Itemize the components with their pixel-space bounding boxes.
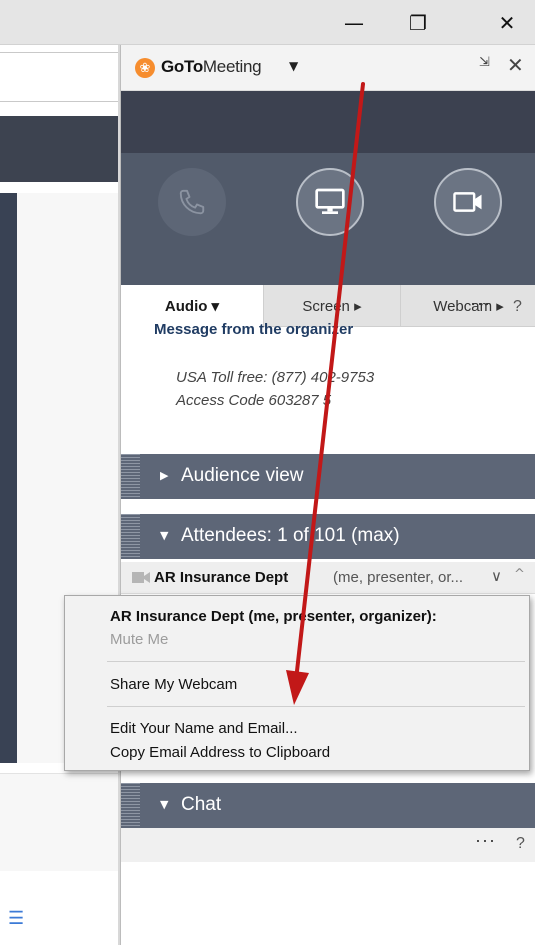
background-toolbar: [0, 116, 120, 182]
more-options-icon[interactable]: ···: [475, 830, 496, 851]
help-icon[interactable]: ?: [513, 298, 522, 316]
close-window-button[interactable]: ✕: [484, 0, 530, 45]
scroll-up-icon[interactable]: ^: [514, 567, 525, 582]
control-panel-top: [121, 91, 535, 153]
monitor-icon: [315, 188, 345, 214]
video-camera-icon: [453, 192, 482, 212]
menu-icon[interactable]: ☰: [8, 908, 24, 929]
restore-button[interactable]: ❐: [395, 0, 441, 45]
background-address-bar[interactable]: [0, 52, 120, 102]
attendee-context-menu: AR Insurance Dept (me, presenter, organi…: [64, 595, 530, 771]
mute-me-menu-item: Mute Me: [110, 631, 169, 648]
attendee-row[interactable]: AR Insurance Dept (me, presenter, or... …: [121, 562, 535, 594]
chevron-down-icon: ▼: [160, 798, 169, 811]
attendee-menu-chevron-icon[interactable]: ∨: [491, 567, 502, 585]
more-options-icon[interactable]: ···: [470, 293, 491, 314]
gotomeeting-panel: ❀ GoToMeeting ▼ ⇲ ✕ Audio ▾ Screen ▸ Web…: [120, 45, 535, 945]
background-content-lower: [0, 773, 120, 871]
gotomeeting-logo-icon: ❀: [135, 58, 155, 78]
brand-title[interactable]: GoToMeeting: [161, 57, 262, 77]
chevron-down-icon[interactable]: ▼: [289, 59, 298, 73]
screen-share-button[interactable]: [296, 168, 364, 236]
edit-name-email-menu-item[interactable]: Edit Your Name and Email...: [110, 720, 298, 737]
organizer-message-title: Message from the organizer: [154, 321, 354, 338]
background-sidebar-strip: [0, 193, 17, 763]
minimize-button[interactable]: —: [331, 0, 377, 45]
drag-handle[interactable]: [121, 514, 140, 559]
toll-free-number: USA Toll free: (877) 402-9753: [176, 369, 375, 386]
attendee-name: AR Insurance Dept: [154, 569, 289, 586]
webcam-button[interactable]: [434, 168, 502, 236]
attendee-roles: (me, presenter, or...: [333, 569, 464, 586]
menu-separator: [107, 706, 525, 707]
collapse-icon[interactable]: ⇲: [479, 55, 490, 70]
share-webcam-menu-item[interactable]: Share My Webcam: [110, 676, 237, 693]
attendees-section[interactable]: ▼ Attendees: 1 of 101 (max): [121, 514, 535, 559]
webcam-off-icon: [132, 572, 150, 583]
copy-email-menu-item[interactable]: Copy Email Address to Clipboard: [110, 744, 330, 761]
context-menu-header: AR Insurance Dept (me, presenter, organi…: [110, 608, 437, 625]
chat-section[interactable]: ▼ Chat: [121, 783, 535, 828]
window-titlebar: — ❐ ✕: [0, 0, 535, 45]
chat-toolbar: [121, 828, 535, 862]
chevron-down-icon: ▼: [160, 529, 169, 542]
close-icon[interactable]: ✕: [507, 53, 524, 77]
panel-header: ❀ GoToMeeting ▼ ⇲ ✕: [121, 45, 535, 91]
access-code: Access Code 603287 5: [176, 392, 332, 409]
drag-handle[interactable]: [121, 454, 140, 499]
audio-button[interactable]: [158, 168, 226, 236]
menu-separator: [107, 661, 525, 662]
help-icon[interactable]: ?: [516, 835, 525, 853]
drag-handle[interactable]: [121, 783, 140, 828]
chevron-right-icon: ▶: [160, 469, 169, 482]
phone-icon: [179, 189, 205, 215]
audience-view-section[interactable]: ▶ Audience view: [121, 454, 535, 499]
